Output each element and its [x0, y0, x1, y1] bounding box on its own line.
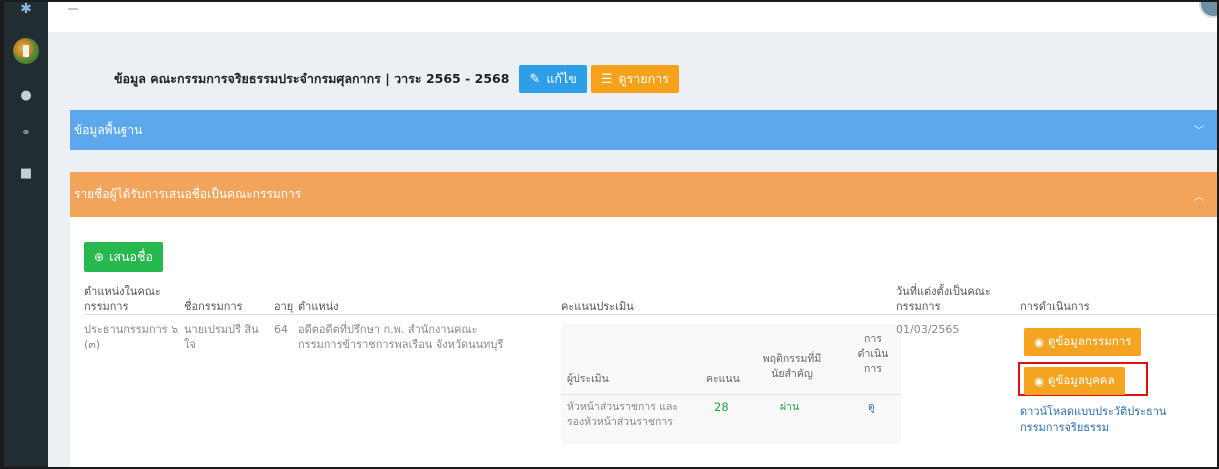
eye-icon: ◉ — [1034, 374, 1045, 388]
dashboard-icon[interactable]: ● — [4, 88, 48, 103]
cell-age: 64 — [274, 323, 288, 336]
top-bar — [48, 2, 1217, 32]
eval-header-assessor: ผู้ประเมิน — [567, 373, 609, 385]
evaluation-table: ผู้ประเมิน คะแนน พฤติกรรมที่มี นัยสำคัญ … — [561, 324, 901, 444]
propose-button[interactable]: ⊕ เสนอชื่อ — [84, 242, 164, 272]
download-bio-link[interactable]: ดาวน์โหลดแบบประวัติประธาน กรรมการจริยธรร… — [1020, 404, 1166, 436]
plus-circle-icon: ⊕ — [94, 250, 105, 264]
eval-header-behavior-line2: นัยสำคัญ — [771, 368, 813, 380]
sidebar: ✱ ● ⚭ ■ — [4, 2, 48, 467]
propose-label: เสนอชื่อ — [109, 249, 154, 264]
header-name: ชื่อกรรมการ — [184, 300, 243, 313]
view-committee-button[interactable]: ◉ ดูข้อมูลกรรมการ — [1024, 328, 1142, 356]
cell-position-line2: (๓) — [84, 338, 101, 351]
eval-header-action-line3: การ — [864, 363, 882, 375]
nominees-title: รายชื่อผู้ได้รับการเสนอชื่อเป็นคณะกรรมกา… — [74, 187, 302, 201]
nominees-panel: รายชื่อผู้ได้รับการเสนอชื่อเป็นคณะกรรมกา… — [70, 172, 1217, 467]
eval-behavior: ผ่าน — [780, 401, 800, 413]
eval-assessor-line1: หัวหน้าส่วนราชการ และ — [567, 401, 679, 413]
eval-header-score: คะแนน — [706, 373, 740, 385]
page-title: ข้อมูล คณะกรรมการจริยธรรมประจำกรมศุลกากร… — [114, 71, 510, 86]
view-person-label: ดูข้อมูลบุคคล — [1048, 373, 1115, 387]
view-person-button[interactable]: ◉ ดูข้อมูลบุคคล — [1024, 367, 1125, 395]
cell-job-line1: อดีตอดีตที่ปรึกษา ก.พ. สำนักงานคณะ — [298, 323, 478, 336]
list-label: ดูรายการ — [618, 71, 669, 86]
edit-button[interactable]: ✎ แก้ไข — [519, 65, 587, 93]
group-icon[interactable]: ⚭ — [4, 126, 48, 139]
cell-job-line2: กรรมการข้าราชการพลเรือน จังหวัดนนทบุรี — [298, 338, 504, 351]
user-icon[interactable]: ■ — [4, 166, 48, 181]
header-score: คะแนนประเมิน — [561, 300, 634, 313]
eval-header-behavior: พฤติกรรมที่มี นัยสำคัญ — [754, 352, 830, 382]
cell-name: นายเปรมปรี สิน ใจ — [184, 322, 259, 352]
download-bio-line1: ดาวน์โหลดแบบประวัติประธาน — [1020, 405, 1167, 418]
app-window: ✱ ● ⚭ ■ ข้อมูล คณะกรรมการจริยธรรมประจำกร… — [0, 0, 1219, 469]
download-bio-line2: กรรมการจริยธรรม — [1020, 421, 1110, 434]
pencil-icon: ✎ — [529, 71, 541, 87]
header-divider — [84, 314, 1217, 315]
chevron-up-icon[interactable]: ︿ — [1194, 188, 1204, 203]
list-icon: ☰ — [600, 71, 613, 87]
header-appoint-line2: กรรมการ — [896, 300, 941, 313]
cell-position-line1: ประธานกรรมการ ๖ — [84, 323, 179, 336]
header-appoint-line1: วันที่แต่งตั้งเป็นคณะ — [896, 285, 991, 298]
cell-job: อดีตอดีตที่ปรึกษา ก.พ. สำนักงานคณะ กรรมก… — [298, 322, 503, 352]
page-header: ข้อมูล คณะกรรมการจริยธรรมประจำกรมศุลกากร… — [114, 65, 679, 93]
header-position: ตำแหน่งในคณะ กรรมการ — [84, 284, 161, 314]
chevron-down-icon[interactable]: ﹀ — [1194, 122, 1204, 137]
nominees-panel-header[interactable]: รายชื่อผู้ได้รับการเสนอชื่อเป็นคณะกรรมกา… — [70, 172, 1217, 217]
main-content: ข้อมูล คณะกรรมการจริยธรรมประจำกรมศุลกากร… — [48, 32, 1217, 467]
eye-icon: ◉ — [1034, 335, 1045, 349]
eval-header-action-line1: การ — [864, 333, 882, 345]
header-job: ตำแหน่ง — [298, 300, 339, 313]
basic-info-title: ข้อมูลพื้นฐาน — [74, 122, 143, 137]
eval-divider — [561, 394, 901, 395]
eval-assessor-line2: รองหัวหน้าส่วนราชการ — [567, 416, 673, 428]
cell-position: ประธานกรรมการ ๖ (๓) — [84, 322, 178, 352]
cell-name-line2: ใจ — [184, 338, 196, 351]
eval-header-action: การ ดำเนิน การ — [851, 332, 895, 377]
edit-label: แก้ไข — [546, 71, 577, 86]
header-appoint: วันที่แต่งตั้งเป็นคณะ กรรมการ — [896, 284, 991, 314]
eval-score: 28 — [714, 400, 729, 414]
list-button[interactable]: ☰ ดูรายการ — [590, 65, 679, 93]
eval-header-behavior-line1: พฤติกรรมที่มี — [762, 353, 822, 365]
view-committee-label: ดูข้อมูลกรรมการ — [1048, 334, 1132, 348]
header-actions: การดำเนินการ — [1020, 300, 1090, 313]
logo-mark — [23, 45, 29, 57]
header-position-line2: กรรมการ — [84, 300, 129, 313]
header-position-line1: ตำแหน่งในคณะ — [84, 285, 161, 298]
star-icon[interactable]: ✱ — [4, 2, 48, 24]
header-age: อายุ — [274, 300, 294, 313]
menu-toggle-icon[interactable] — [68, 8, 78, 10]
basic-info-panel-header[interactable]: ข้อมูลพื้นฐาน ﹀ — [70, 110, 1217, 150]
eval-assessor: หัวหน้าส่วนราชการ และ รองหัวหน้าส่วนราชก… — [567, 400, 678, 430]
eval-view-link[interactable]: ดู — [868, 400, 875, 415]
avatar[interactable] — [1199, 2, 1217, 18]
cell-appoint-date: 01/03/2565 — [896, 323, 960, 336]
cell-name-line1: นายเปรมปรี สิน — [184, 323, 259, 336]
eval-header-action-line2: ดำเนิน — [857, 348, 889, 360]
